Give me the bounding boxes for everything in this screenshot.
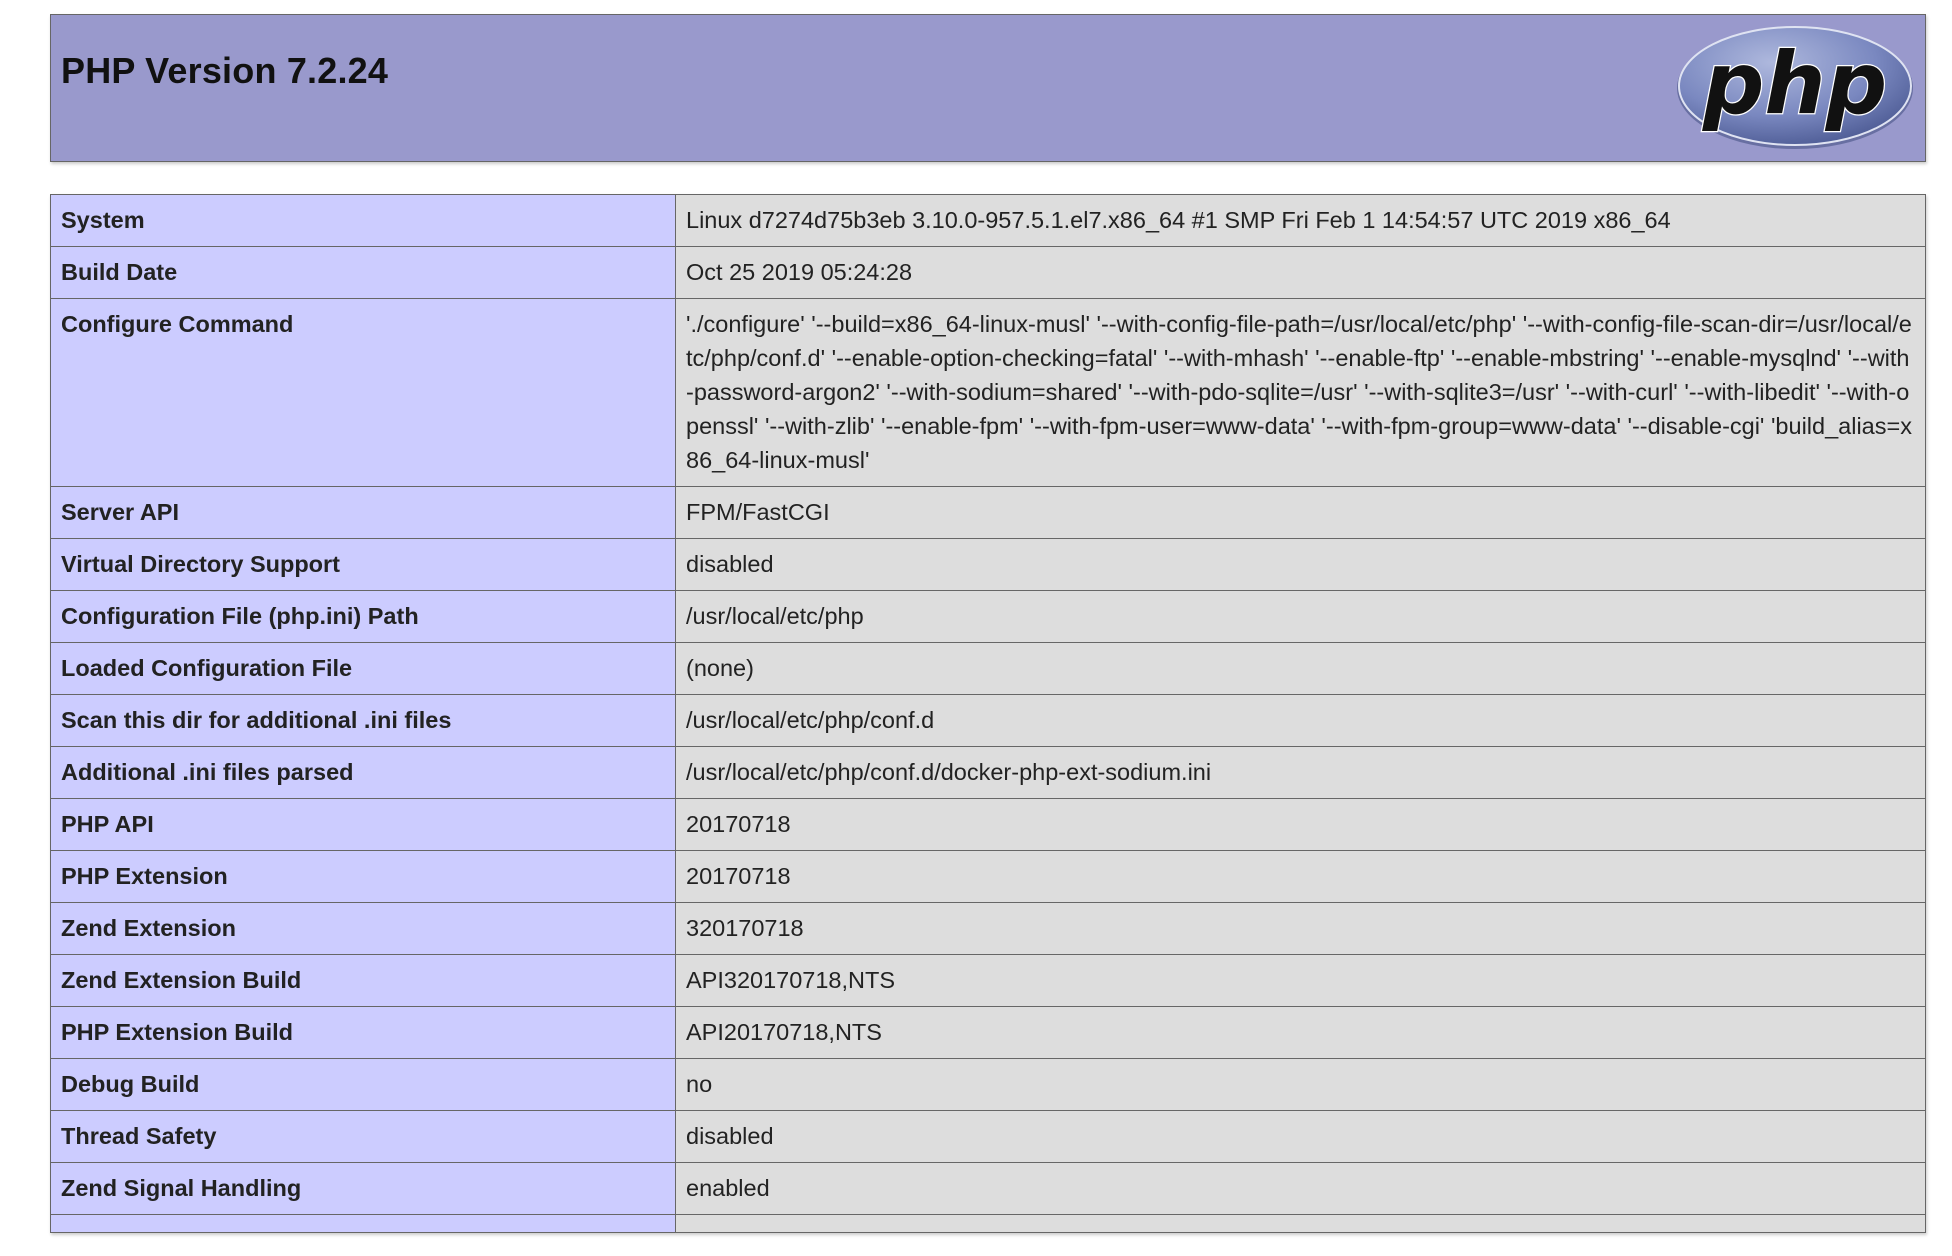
row-key: PHP Extension [50,850,676,903]
phpinfo-page: PHP Version 7.2.24 php System Linux d7274… [50,14,1926,1233]
table-row: Build Date Oct 25 2019 05:24:28 [50,246,1926,299]
table-row [50,1214,1926,1233]
table-row: PHP Extension Build API20170718,NTS [50,1006,1926,1059]
row-key: Thread Safety [50,1110,676,1163]
row-key [50,1214,676,1233]
row-value: FPM/FastCGI [675,486,1926,539]
row-value: enabled [675,1162,1926,1215]
table-row: Zend Extension Build API320170718,NTS [50,954,1926,1007]
row-value: Linux d7274d75b3eb 3.10.0-957.5.1.el7.x8… [675,194,1926,247]
row-value: Oct 25 2019 05:24:28 [675,246,1926,299]
row-value: disabled [675,1110,1926,1163]
row-key: Zend Extension Build [50,954,676,1007]
table-row: PHP Extension 20170718 [50,850,1926,903]
row-key: Virtual Directory Support [50,538,676,591]
table-row: Configure Command './configure' '--build=… [50,298,1926,487]
row-key: Zend Extension [50,902,676,955]
row-value: API320170718,NTS [675,954,1926,1007]
row-value: (none) [675,642,1926,695]
table-row: PHP API 20170718 [50,798,1926,851]
php-logo-icon: php [1677,26,1913,149]
row-value: 20170718 [675,798,1926,851]
table-row: Debug Build no [50,1058,1926,1111]
table-row: Virtual Directory Support disabled [50,538,1926,591]
row-key: Debug Build [50,1058,676,1111]
row-key: Zend Signal Handling [50,1162,676,1215]
table-row: Zend Extension 320170718 [50,902,1926,955]
php-version-header: PHP Version 7.2.24 php [50,14,1926,162]
row-key: Loaded Configuration File [50,642,676,695]
row-value: no [675,1058,1926,1111]
php-logo-text: php [1702,34,1887,134]
table-row: Server API FPM/FastCGI [50,486,1926,539]
row-key: Additional .ini files parsed [50,746,676,799]
row-value [675,1214,1926,1233]
row-key: System [50,194,676,247]
info-table: System Linux d7274d75b3eb 3.10.0-957.5.1.… [50,194,1926,1233]
table-row: System Linux d7274d75b3eb 3.10.0-957.5.1.… [50,194,1926,247]
row-key: Configure Command [50,298,676,487]
row-key: Scan this dir for additional .ini files [50,694,676,747]
table-row: Zend Signal Handling enabled [50,1162,1926,1215]
row-value: /usr/local/etc/php/conf.d/docker-php-ext… [675,746,1926,799]
page-title: PHP Version 7.2.24 [61,50,389,91]
table-row: Configuration File (php.ini) Path/usr/lo… [50,590,1926,643]
row-value: /usr/local/etc/php [675,590,1926,643]
row-key: Configuration File (php.ini) Path [50,590,676,643]
table-row: Scan this dir for additional .ini files /… [50,694,1926,747]
table-row: Thread Safety disabled [50,1110,1926,1163]
row-key: Server API [50,486,676,539]
row-value: disabled [675,538,1926,591]
row-value: 320170718 [675,902,1926,955]
row-key: PHP API [50,798,676,851]
row-value: /usr/local/etc/php/conf.d [675,694,1926,747]
table-row: Loaded Configuration File (none) [50,642,1926,695]
row-value: API20170718,NTS [675,1006,1926,1059]
row-value: 20170718 [675,850,1926,903]
row-key: Build Date [50,246,676,299]
row-key: PHP Extension Build [50,1006,676,1059]
table-row: Additional .ini files parsed/usr/local/e… [50,746,1926,799]
row-value: './configure' '--build=x86_64-linux-musl… [675,298,1926,487]
